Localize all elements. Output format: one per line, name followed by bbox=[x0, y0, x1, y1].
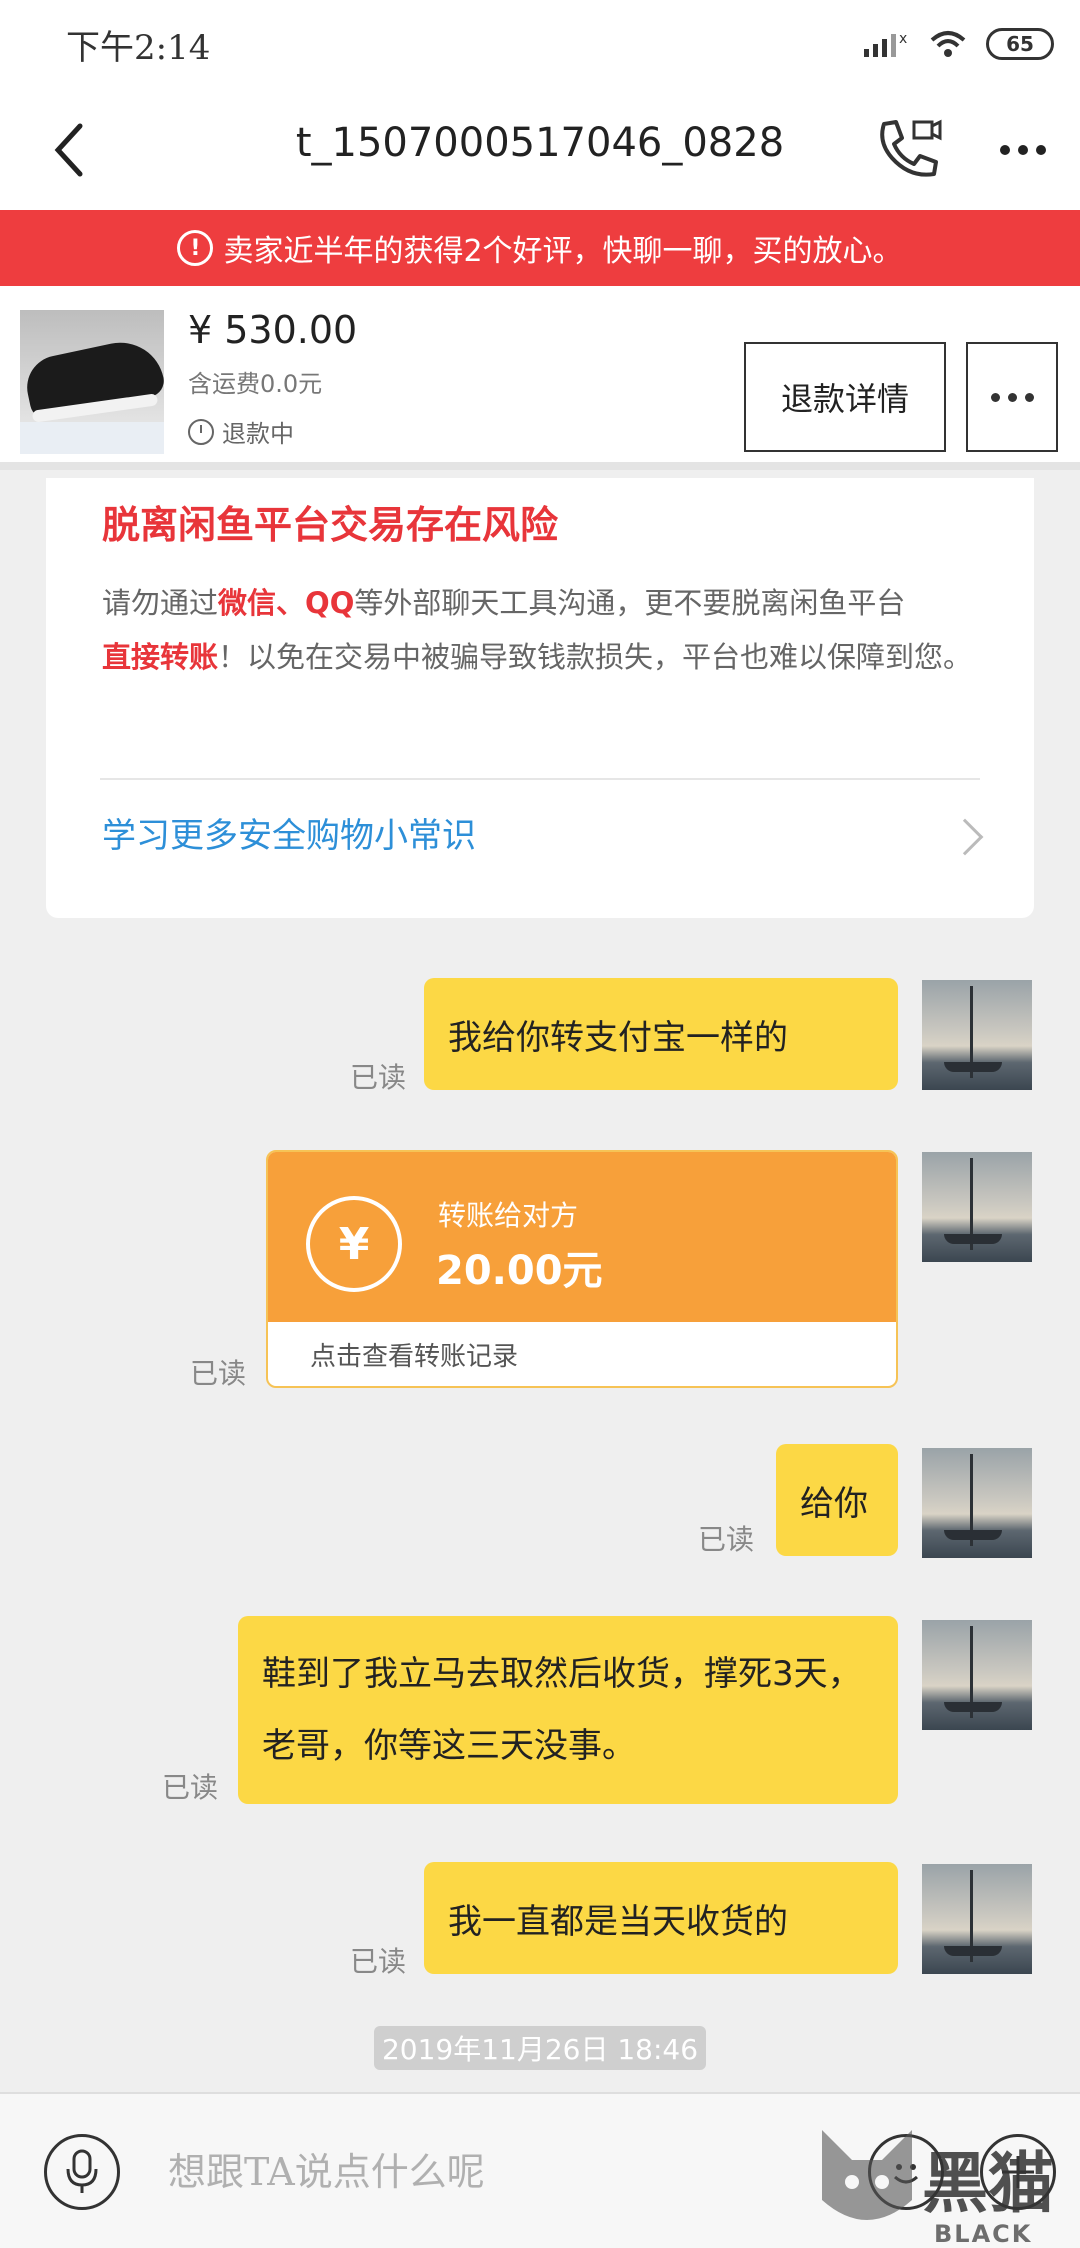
product-more-button[interactable] bbox=[966, 342, 1058, 452]
avatar[interactable] bbox=[922, 980, 1032, 1090]
message-input[interactable] bbox=[168, 2134, 788, 2210]
message-timestamp: 2019年11月26日 18:46 bbox=[374, 2026, 706, 2070]
safety-highlight-wechat: 微信 bbox=[218, 586, 277, 620]
watermark-sub-text: BLACK CAT bbox=[934, 2220, 1033, 2248]
avatar[interactable] bbox=[922, 1152, 1032, 1262]
chat-bubble[interactable]: 我一直都是当天收货的 bbox=[424, 1862, 898, 1974]
product-shipping: 含运费0.0元 bbox=[188, 370, 323, 398]
status-bar: 下午2:14 x 65 bbox=[0, 0, 1080, 90]
read-receipt: 已读 bbox=[190, 1357, 247, 1390]
product-bar: ¥ 530.00 含运费0.0元 退款中 退款详情 bbox=[0, 286, 1080, 470]
clock-icon bbox=[188, 418, 214, 445]
divider bbox=[100, 778, 980, 780]
chat-bubble[interactable]: 给你 bbox=[776, 1444, 898, 1556]
voice-button[interactable] bbox=[44, 2134, 120, 2210]
read-receipt: 已读 bbox=[350, 1945, 407, 1978]
page-title: t_1507000517046_0828 bbox=[295, 120, 785, 166]
battery-indicator: 65 bbox=[986, 28, 1054, 60]
status-icons: x 65 bbox=[862, 24, 1054, 64]
transfer-label: 转账给对方 bbox=[438, 1199, 579, 1232]
transfer-amount: 20.00元 bbox=[436, 1248, 603, 1294]
safety-title: 脱离闲鱼平台交易存在风险 bbox=[102, 503, 559, 547]
call-button[interactable] bbox=[870, 112, 946, 188]
order-status: 退款中 bbox=[188, 414, 294, 449]
dot-icon bbox=[990, 392, 1000, 402]
avatar[interactable] bbox=[922, 1620, 1032, 1730]
more-options-button[interactable] bbox=[988, 120, 1058, 180]
order-status-text: 退款中 bbox=[222, 420, 294, 448]
read-receipt: 已读 bbox=[350, 1061, 407, 1094]
refund-details-button[interactable]: 退款详情 bbox=[744, 342, 946, 452]
safety-body: 请勿通过微信、QQ等外部聊天工具沟通，更不要脱离闲鱼平台直接转账！以免在交易中被… bbox=[102, 576, 992, 684]
banner-text: 卖家近半年的获得2个好评，快聊一聊，买的放心。 bbox=[223, 234, 903, 269]
signal-icon: x bbox=[864, 31, 907, 57]
dot-icon bbox=[1007, 392, 1017, 402]
safety-highlight-qq: QQ bbox=[305, 586, 355, 620]
safety-separator: 、 bbox=[276, 586, 306, 620]
chevron-right-icon bbox=[946, 818, 984, 856]
dot-icon bbox=[1018, 145, 1028, 155]
transfer-record-link[interactable]: 点击查看转账记录 bbox=[310, 1336, 518, 1373]
shoebox-shape bbox=[20, 422, 164, 454]
chat-bubble[interactable]: 我给你转支付宝一样的 bbox=[424, 978, 898, 1090]
yuan-transfer-icon: ¥ bbox=[306, 1196, 402, 1292]
input-bar: 黑猫 BLACK CAT bbox=[0, 2092, 1080, 2248]
safety-tips-link[interactable]: 学习更多安全购物小常识 bbox=[102, 808, 476, 857]
watermark-logo: 黑猫 BLACK CAT bbox=[812, 2120, 1080, 2248]
dot-icon bbox=[1036, 145, 1046, 155]
chat-bubble[interactable]: 鞋到了我立马去取然后收货，撑死3天，老哥，你等这三天没事。 bbox=[238, 1616, 898, 1804]
cat-logo-icon bbox=[822, 2130, 912, 2220]
dot-icon bbox=[1024, 392, 1034, 402]
dot-icon bbox=[1000, 145, 1010, 155]
safety-text: 请勿通过 bbox=[102, 586, 219, 620]
status-time: 下午2:14 bbox=[66, 28, 211, 68]
safety-highlight-transfer: 直接转账 bbox=[102, 640, 219, 674]
seller-rating-banner[interactable]: ! 卖家近半年的获得2个好评，快聊一聊，买的放心。 bbox=[0, 210, 1080, 286]
chevron-left-icon bbox=[54, 123, 83, 177]
watermark-main-text: 黑猫 bbox=[922, 2145, 1054, 2222]
read-receipt: 已读 bbox=[162, 1771, 219, 1804]
product-thumbnail[interactable] bbox=[20, 310, 164, 454]
product-price: ¥ 530.00 bbox=[188, 308, 358, 352]
safety-text: 等外部聊天工具沟通，更不要脱离闲鱼平台 bbox=[354, 586, 906, 620]
safety-text: ！以免在交易中被骗导致钱款损失，平台也难以保障到您。 bbox=[218, 640, 973, 674]
avatar[interactable] bbox=[922, 1864, 1032, 1974]
avatar[interactable] bbox=[922, 1448, 1032, 1558]
back-button[interactable] bbox=[40, 120, 100, 180]
svg-text:x: x bbox=[899, 31, 907, 47]
safety-warning-card: 脱离闲鱼平台交易存在风险 请勿通过微信、QQ等外部聊天工具沟通，更不要脱离闲鱼平… bbox=[46, 478, 1034, 918]
chat-header: t_1507000517046_0828 bbox=[0, 90, 1080, 210]
transfer-card[interactable]: ¥ 转账给对方 20.00元 点击查看转账记录 bbox=[266, 1150, 898, 1388]
phone-video-icon bbox=[880, 119, 942, 177]
exclamation-icon: ! bbox=[177, 230, 214, 266]
microphone-icon bbox=[66, 2149, 98, 2193]
wifi-icon bbox=[930, 31, 966, 57]
read-receipt: 已读 bbox=[698, 1523, 755, 1556]
